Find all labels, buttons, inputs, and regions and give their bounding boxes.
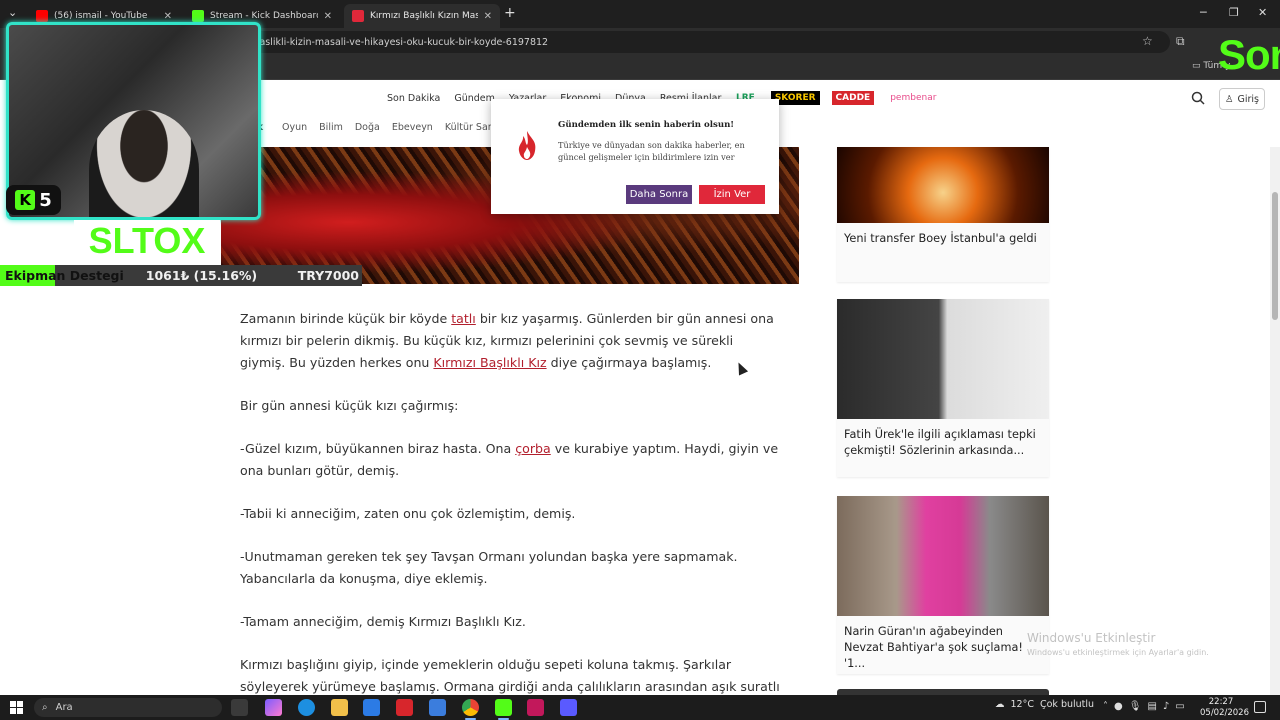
article-paragraph: -Unutmaman gereken tek şey Tavşan Ormanı… — [240, 549, 738, 586]
store-icon[interactable] — [363, 699, 380, 716]
close-tab-icon[interactable]: ✕ — [164, 11, 172, 22]
nav-son-dakika[interactable]: Son Dakika — [387, 93, 440, 104]
streamer-nameplate: SLTOX — [74, 220, 220, 262]
popup-body: Türkiye ve dünyadan son dakika haberler,… — [558, 140, 745, 162]
news-thumbnail — [837, 496, 1049, 616]
goal-percent: (15.16%) — [193, 268, 258, 283]
goal-target: TRY7000 — [297, 268, 359, 283]
article-paragraph: Kırmızı başlığını giyip, içinde yemekler… — [240, 657, 780, 694]
windows-start-icon[interactable] — [10, 701, 23, 714]
user-icon: ♙ — [1224, 93, 1234, 105]
mail-icon[interactable] — [429, 699, 446, 716]
article-paragraph: Bir gün annesi küçük kızı çağırmış: — [240, 398, 459, 413]
article-paragraph: -Tabii ki anneciğim, zaten onu çok özlem… — [240, 506, 576, 521]
sidebar-news-card[interactable]: Yeni transfer Boey İstanbul'a geldi — [837, 147, 1049, 282]
cloud-icon: ☁ — [995, 699, 1005, 710]
brand-cadde[interactable]: CADDE — [831, 91, 875, 105]
notification-center-icon[interactable] — [1254, 701, 1266, 713]
goal-amount: 1061₺ — [145, 268, 190, 283]
article-body: Zamanın birinde küçük bir köyde tatlı bi… — [240, 308, 780, 719]
windows-activation-watermark: Windows'u Etkinleştir Windows'u etkinleş… — [1027, 631, 1209, 657]
category-ebeveyn[interactable]: Ebeveyn — [392, 122, 433, 133]
network-icon[interactable]: ▤ — [1147, 701, 1156, 712]
app-w-icon[interactable] — [396, 699, 413, 716]
extensions-icon[interactable]: ⧉ — [1176, 34, 1185, 49]
copilot-icon[interactable] — [265, 699, 282, 716]
goal-label: Ekipman Destegi — [5, 268, 124, 283]
sidebar-news-card[interactable]: Fatih Ürek'le ilgili açıklaması tepki çe… — [837, 299, 1049, 477]
follower-badge: K 5 — [6, 185, 61, 215]
taskbar-clock[interactable]: 22:27 05/02/2026 — [1200, 697, 1249, 719]
app-v-icon[interactable] — [527, 699, 544, 716]
overlay-corner-text: Son — [1218, 31, 1280, 78]
article-paragraph: Zamanın birinde küçük bir köyde tatlı bi… — [240, 311, 774, 370]
search-icon: ⌕ — [42, 702, 48, 713]
streamer-video — [89, 110, 199, 217]
youtube-icon — [36, 10, 48, 22]
system-tray: ˄ ● 🎙 ▤ ♪ ▭ — [1103, 701, 1185, 712]
link-kirmizi-baslikli-kiz[interactable]: Kırmızı Başlıklı Kız — [433, 355, 546, 370]
notification-permission-popup: Gündemden ilk senin haberin olsun! Türki… — [491, 99, 779, 214]
news-thumbnail — [837, 299, 1049, 419]
restore-icon[interactable]: ❐ — [1229, 6, 1239, 19]
taskbar-search[interactable]: ⌕ Ara — [34, 698, 222, 717]
popup-title: Gündemden ilk senin haberin olsun! — [558, 120, 735, 130]
allow-button[interactable]: İzin Ver — [699, 185, 765, 204]
kick-icon — [192, 10, 204, 22]
article-paragraph: -Güzel kızım, büyükannen biraz hasta. On… — [240, 441, 779, 478]
chrome-icon[interactable] — [462, 699, 479, 720]
bookmark-star-icon[interactable]: ☆ — [1142, 34, 1153, 48]
battery-icon[interactable]: ▭ — [1175, 701, 1184, 712]
page-scrollbar[interactable] — [1270, 147, 1280, 695]
tab-search-icon[interactable]: ⌄ — [8, 6, 17, 19]
file-explorer-icon[interactable] — [331, 699, 348, 716]
brand-pembenar[interactable]: pembenar — [886, 91, 940, 105]
flame-logo-icon — [518, 131, 536, 160]
app-diamond-icon[interactable] — [560, 699, 577, 716]
site-favicon-icon — [352, 10, 364, 22]
scrollbar-thumb[interactable] — [1272, 192, 1278, 320]
search-icon[interactable] — [1190, 90, 1206, 106]
category-doga[interactable]: Doğa — [355, 122, 380, 133]
minimize-icon[interactable]: ─ — [1200, 6, 1207, 19]
close-tab-icon[interactable]: ✕ — [484, 11, 492, 22]
close-window-icon[interactable]: ✕ — [1258, 6, 1267, 19]
later-button[interactable]: Daha Sonra — [626, 185, 692, 204]
kick-app-icon[interactable] — [495, 699, 512, 720]
edge-icon[interactable] — [298, 699, 315, 716]
link-tatli[interactable]: tatlı — [451, 311, 476, 326]
category-oyun[interactable]: Oyun — [282, 122, 307, 133]
category-nav: uk Oyun Bilim Doğa Ebeveyn Kültür Sanat — [250, 122, 503, 133]
volume-icon[interactable]: ♪ — [1163, 701, 1169, 712]
news-caption: Fatih Ürek'le ilgili açıklaması tepki çe… — [844, 428, 1036, 457]
category-bilim[interactable]: Bilim — [319, 122, 343, 133]
link-corba[interactable]: çorba — [515, 441, 551, 456]
donation-goal-bar: Ekipman Destegi 1061₺ (15.16%) TRY7000 — [0, 265, 362, 286]
windows-taskbar: ⌕ Ara ☁ 12°C Çok bulutlu ˄ ● 🎙 ▤ ♪ ▭ 22:… — [0, 695, 1280, 720]
tray-app-icon[interactable]: ● — [1114, 701, 1123, 712]
news-thumbnail — [837, 147, 1049, 223]
tray-chevron-icon[interactable]: ˄ — [1103, 701, 1108, 712]
new-tab-icon[interactable]: + — [504, 5, 516, 21]
article-paragraph: -Tamam anneciğim, demiş Kırmızı Başlıklı… — [240, 614, 526, 629]
task-view-icon[interactable] — [231, 699, 248, 716]
close-tab-icon[interactable]: ✕ — [324, 11, 332, 22]
sidebar-news-card[interactable]: Narin Güran'ın ağabeyinden Nevzat Bahtiy… — [837, 496, 1049, 674]
address-bar[interactable]: -baslikli-kizin-masali-ve-hikayesi-oku-k… — [240, 31, 1170, 53]
tab-article[interactable]: Kırmızı Başlıklı Kızın Masalı ve H ✕ — [344, 4, 500, 28]
nav-gundem[interactable]: Gündem — [454, 93, 495, 104]
weather-widget[interactable]: ☁ 12°C Çok bulutlu — [995, 699, 1094, 710]
microphone-icon[interactable]: 🎙 — [1129, 701, 1142, 712]
news-caption: Narin Güran'ın ağabeyinden Nevzat Bahtiy… — [844, 625, 1023, 670]
news-caption: Yeni transfer Boey İstanbul'a geldi — [844, 232, 1037, 245]
kick-logo-icon: K — [15, 190, 36, 210]
login-button[interactable]: ♙ Giriş — [1219, 88, 1265, 110]
